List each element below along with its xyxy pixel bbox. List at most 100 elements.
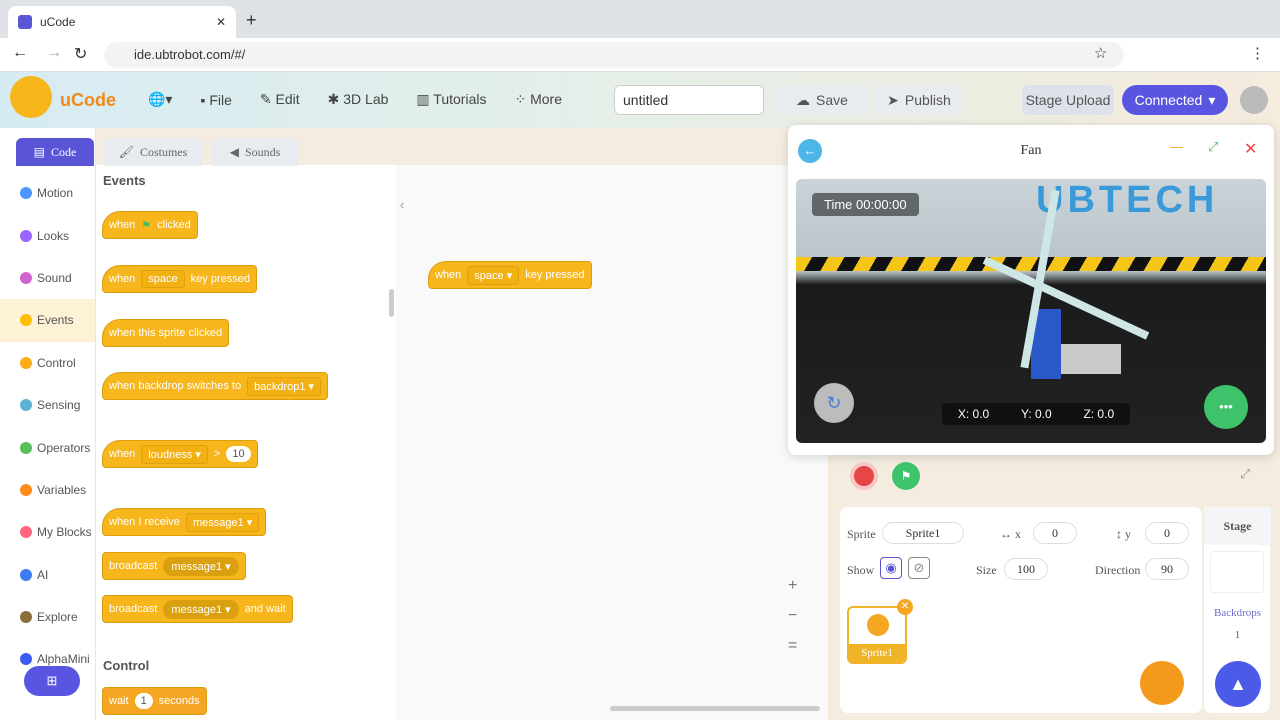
choose-sprite-button[interactable] bbox=[1140, 661, 1184, 705]
category-ai[interactable]: AI bbox=[0, 554, 95, 596]
loudness-dropdown[interactable]: loudness ▾ bbox=[141, 444, 208, 464]
block-when-sprite-clicked[interactable]: when this sprite clicked bbox=[102, 319, 230, 347]
palette-scrollbar[interactable] bbox=[389, 289, 394, 317]
category-label: Operators bbox=[37, 440, 91, 455]
fullscreen-icon[interactable]: ⤢ bbox=[1240, 466, 1250, 482]
time-readout: Time 00:00:00 bbox=[812, 193, 919, 216]
y-input[interactable]: 0 bbox=[1145, 522, 1189, 544]
app-header: uCode 🌐▾ ▪ File ✎ Edit ✱ 3D Lab ▥ Tutori… bbox=[0, 72, 1280, 128]
more-options-icon[interactable]: ••• bbox=[1204, 385, 1248, 429]
connected-dropdown[interactable]: Connected ▾ bbox=[1122, 85, 1228, 115]
category-icon bbox=[20, 526, 32, 539]
category-my-blocks[interactable]: My Blocks bbox=[0, 511, 95, 553]
delete-sprite-icon[interactable]: ✕ bbox=[897, 599, 913, 615]
send-icon: ➤ bbox=[887, 91, 899, 108]
project-name-input[interactable]: untitled bbox=[614, 85, 764, 115]
script-block-when-key-pressed[interactable]: when space ▾ key pressed bbox=[428, 261, 592, 289]
script-area[interactable]: ‹ when space ▾ key pressed + − = bbox=[396, 165, 828, 720]
minimize-icon[interactable]: — bbox=[1170, 139, 1183, 154]
backdrops-label: Backdrops bbox=[1213, 607, 1262, 619]
broadcast-wait-dropdown[interactable]: message1 ▾ bbox=[163, 599, 239, 619]
browser-menu-icon[interactable]: ⋮ bbox=[1250, 44, 1265, 62]
menu-3d-lab[interactable]: ✱ 3D Lab bbox=[328, 91, 389, 108]
backdrop-dropdown[interactable]: backdrop1 ▾ bbox=[247, 376, 322, 396]
block-when-flag-clicked[interactable]: when ⚑ clicked bbox=[102, 211, 198, 239]
stage-upload-button[interactable]: Stage Upload bbox=[1022, 85, 1114, 115]
show-hidden-icon[interactable]: ⊘ bbox=[908, 557, 930, 579]
x-input[interactable]: 0 bbox=[1033, 522, 1077, 544]
sprite-name-input[interactable]: Sprite1 bbox=[882, 522, 964, 544]
message-dropdown[interactable]: message1 ▾ bbox=[185, 512, 260, 532]
block-broadcast[interactable]: broadcast message1 ▾ bbox=[102, 552, 246, 580]
collapse-arrow-icon[interactable]: ‹ bbox=[400, 197, 404, 212]
zoom-in-icon[interactable]: + bbox=[788, 577, 797, 595]
block-when-backdrop-switches[interactable]: when backdrop switches to backdrop1 ▾ bbox=[102, 372, 329, 400]
3d-scene-view[interactable]: UBTECH Time 00:00:00 ↻ X: 0.0 Y: 0.0 Z: 0.… bbox=[796, 179, 1266, 443]
tab-sounds[interactable]: ◀ Sounds bbox=[212, 138, 298, 166]
simulation-window: ← Fan — ⤢ ✕ UBTECH Time 00:00:00 ↻ X: 0.… bbox=[788, 125, 1274, 455]
stop-button[interactable] bbox=[850, 462, 878, 490]
publish-button[interactable]: ➤ Publish bbox=[876, 85, 962, 115]
menu-more[interactable]: ⁘ More bbox=[514, 91, 562, 108]
sprite-thumbnail[interactable]: Sprite1 bbox=[847, 606, 907, 664]
category-icon bbox=[20, 441, 32, 454]
category-icon bbox=[20, 356, 32, 369]
tab-code[interactable]: ▤ Code bbox=[16, 138, 94, 166]
expand-icon[interactable]: ⤢ bbox=[1208, 139, 1218, 155]
category-looks[interactable]: Looks bbox=[0, 214, 95, 256]
brush-icon: 🖌 bbox=[118, 144, 134, 159]
x-label: ↔ x bbox=[1000, 527, 1021, 541]
zoom-out-icon[interactable]: − bbox=[788, 607, 797, 625]
broadcast-dropdown[interactable]: message1 ▾ bbox=[163, 556, 239, 576]
choose-backdrop-button[interactable]: ▲ bbox=[1215, 661, 1261, 707]
wait-value[interactable]: 1 bbox=[134, 693, 153, 709]
menu-edit[interactable]: ✎ Edit bbox=[260, 91, 300, 108]
block-when-key-pressed[interactable]: when space key pressed bbox=[102, 265, 257, 293]
script-scrollbar[interactable] bbox=[610, 706, 820, 711]
stage-thumbnail[interactable] bbox=[1210, 551, 1264, 593]
show-label: Show bbox=[847, 563, 875, 577]
key-dropdown[interactable]: space bbox=[141, 270, 185, 288]
category-operators[interactable]: Operators bbox=[0, 426, 95, 468]
user-avatar[interactable] bbox=[1240, 86, 1268, 114]
direction-label: Direction bbox=[1095, 563, 1141, 577]
tab-costumes[interactable]: 🖌 Costumes bbox=[104, 138, 202, 166]
back-icon[interactable]: ← bbox=[12, 44, 28, 62]
url-input[interactable]: ide.ubtrobot.com/#/ bbox=[104, 42, 1124, 68]
block-when-loudness[interactable]: when loudness ▾ >10 bbox=[102, 440, 258, 468]
category-explore[interactable]: Explore bbox=[0, 596, 95, 638]
category-icon bbox=[20, 483, 32, 496]
loudness-value[interactable]: 10 bbox=[226, 446, 251, 462]
new-tab-icon[interactable]: + bbox=[246, 10, 257, 31]
category-motion[interactable]: Motion bbox=[0, 172, 95, 214]
language-globe-icon[interactable]: 🌐▾ bbox=[148, 91, 172, 108]
block-when-i-receive[interactable]: when I receive message1 ▾ bbox=[102, 508, 267, 536]
window-title: Fan bbox=[1020, 143, 1042, 158]
size-input[interactable]: 100 bbox=[1004, 558, 1048, 580]
forward-icon[interactable]: → bbox=[46, 44, 62, 62]
script-key-dropdown[interactable]: space ▾ bbox=[467, 265, 520, 285]
direction-input[interactable]: 90 bbox=[1145, 558, 1189, 580]
save-button[interactable]: ☁ Save bbox=[776, 85, 868, 115]
show-visible-icon[interactable]: ◉ bbox=[880, 557, 902, 579]
category-label: Looks bbox=[37, 228, 70, 243]
reset-view-icon[interactable]: ↻ bbox=[814, 383, 854, 423]
close-icon[interactable]: ✕ bbox=[1244, 139, 1257, 159]
zoom-reset-icon[interactable]: = bbox=[788, 637, 797, 655]
category-events[interactable]: Events bbox=[0, 299, 95, 342]
category-sensing[interactable]: Sensing bbox=[0, 384, 95, 426]
add-extension-button[interactable]: ⊞ bbox=[24, 666, 80, 696]
reload-icon[interactable]: ↻ bbox=[74, 44, 87, 64]
block-broadcast-and-wait[interactable]: broadcast message1 ▾ and wait bbox=[102, 595, 293, 623]
block-wait-seconds[interactable]: wait 1 seconds bbox=[102, 687, 207, 715]
menu-file[interactable]: ▪ File bbox=[200, 92, 231, 108]
menu-tutorials[interactable]: ▥ Tutorials bbox=[416, 91, 486, 108]
category-icon bbox=[20, 611, 32, 624]
close-tab-icon[interactable]: ✕ bbox=[216, 15, 226, 29]
browser-tab[interactable]: uCode ✕ bbox=[8, 6, 236, 38]
category-variables[interactable]: Variables bbox=[0, 469, 95, 511]
category-control[interactable]: Control bbox=[0, 342, 95, 384]
green-flag-button[interactable]: ⚑ bbox=[892, 462, 920, 490]
bookmark-star-icon[interactable]: ☆ bbox=[1094, 44, 1107, 62]
category-sound[interactable]: Sound bbox=[0, 257, 95, 299]
